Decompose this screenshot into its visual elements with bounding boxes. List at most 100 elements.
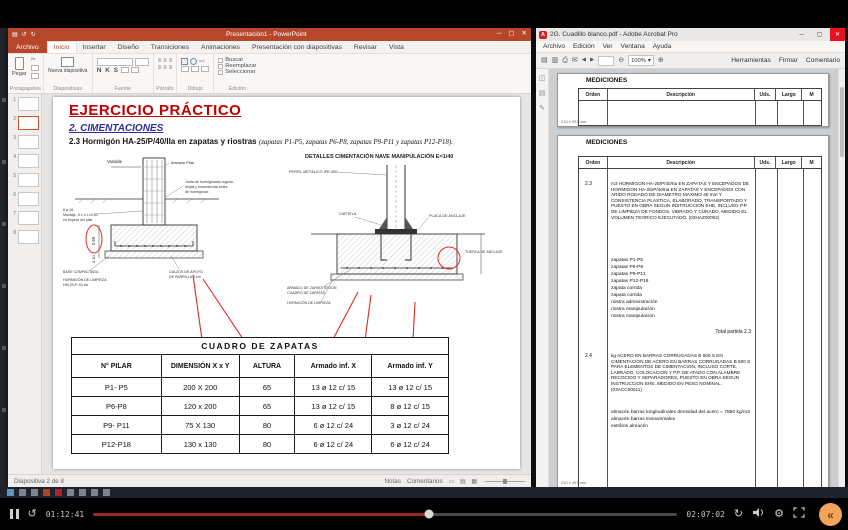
page-number-input[interactable] xyxy=(598,56,614,66)
new-slide-button[interactable]: Nueva diapositiva xyxy=(48,57,88,74)
quick-styles-icon[interactable] xyxy=(191,66,199,72)
menu-item[interactable]: Ventana xyxy=(617,43,649,50)
slide-thumbnail[interactable]: 4 xyxy=(10,154,39,168)
taskbar-icon[interactable] xyxy=(67,489,74,496)
ellipse-shape-icon[interactable] xyxy=(190,58,197,65)
collapse-widget-button[interactable]: « xyxy=(819,503,842,526)
notes-button[interactable]: Notas xyxy=(385,478,401,485)
undo-icon[interactable]: ↺ xyxy=(22,32,27,38)
zoom-in-icon[interactable]: ⊕ xyxy=(658,57,664,64)
menu-item[interactable]: Ayuda xyxy=(649,43,676,50)
attachments-icon[interactable]: ✎ xyxy=(539,104,545,112)
bullets-icon[interactable]: ≡ xyxy=(158,58,162,64)
progress-bar[interactable] xyxy=(93,513,677,516)
slide-title: EJERCICIO PRÁCTICO xyxy=(69,102,241,119)
acrobat-close-button[interactable]: ✕ xyxy=(830,28,845,41)
arrange-icon[interactable] xyxy=(181,66,189,72)
align-right-icon[interactable]: ≡ xyxy=(169,65,173,71)
page-thumbnails-icon[interactable]: ◫ xyxy=(539,74,546,82)
paste-button[interactable]: Pegar xyxy=(12,57,27,77)
volume-icon[interactable] xyxy=(752,507,765,521)
slide-canvas[interactable]: EJERCICIO PRÁCTICO 2. CIMENTACIONES 2.3 … xyxy=(53,97,520,469)
maximize-button[interactable]: ▢ xyxy=(508,31,514,38)
slide-thumbnail[interactable]: 8 xyxy=(10,230,39,244)
next-page-icon[interactable]: ▶ xyxy=(590,58,594,64)
numbering-icon[interactable]: ≡ xyxy=(163,58,167,64)
save-file-icon[interactable]: ▥ xyxy=(552,57,559,64)
close-button[interactable]: ✕ xyxy=(522,31,527,38)
taskbar-icon[interactable] xyxy=(91,489,98,496)
pdf-scrollbar[interactable] xyxy=(838,69,845,487)
forward-icon[interactable]: ↻ xyxy=(734,509,743,520)
pause-button[interactable] xyxy=(10,509,19,519)
menu-item[interactable]: Archivo xyxy=(539,43,569,50)
cut-icon[interactable]: ✂ xyxy=(31,57,39,63)
format-painter-icon[interactable] xyxy=(31,73,39,79)
copy-icon[interactable] xyxy=(31,65,39,71)
toolbar-panel-button[interactable]: Comentario xyxy=(806,57,840,64)
ribbon-tab[interactable]: Insertar xyxy=(77,41,112,53)
ribbon-tab[interactable]: Animaciones xyxy=(195,41,246,53)
font-style-buttons[interactable]: N K S xyxy=(97,67,119,74)
arrow-shape-icon[interactable]: ⇨ xyxy=(199,58,205,65)
rectangle-shape-icon[interactable] xyxy=(181,58,188,65)
indent-icon[interactable]: ≡ xyxy=(169,58,173,64)
toolbar-panel-button[interactable]: Firmar xyxy=(779,57,798,64)
align-center-icon[interactable]: ≡ xyxy=(163,65,167,71)
comments-button[interactable]: Comentarios xyxy=(407,478,443,485)
group-label-font: Fuente xyxy=(93,86,153,92)
taskbar-icon[interactable] xyxy=(31,489,38,496)
slide-thumbnail[interactable]: 5 xyxy=(10,173,39,187)
ribbon-tab[interactable]: Diseño xyxy=(112,41,145,53)
taskbar-icon[interactable] xyxy=(43,489,50,496)
font-size-select[interactable] xyxy=(135,58,149,66)
taskbar-icon[interactable] xyxy=(103,489,110,496)
taskbar-icon[interactable] xyxy=(19,489,26,496)
zoom-out-icon[interactable]: ⊖ xyxy=(618,57,624,64)
acrobat-minimize-button[interactable]: ─ xyxy=(794,28,809,41)
pdf-scrollbar-thumb[interactable] xyxy=(840,87,844,157)
select-button[interactable]: Seleccionar xyxy=(218,69,256,75)
pdf-document-area[interactable]: MEDICIONES OrdenDescripciónUds.LargoM 21… xyxy=(549,69,838,487)
menu-item[interactable]: Edición xyxy=(569,43,599,50)
taskbar-icon[interactable] xyxy=(7,489,14,496)
fullscreen-icon[interactable] xyxy=(793,507,805,521)
text-shadow-icon[interactable] xyxy=(121,67,129,73)
progress-handle[interactable] xyxy=(425,510,434,519)
file-tab[interactable]: Archivo xyxy=(8,41,47,53)
menu-item[interactable]: Ver xyxy=(599,43,617,50)
edge-mark xyxy=(2,222,6,226)
zoom-slider[interactable] xyxy=(485,477,525,485)
replay-icon[interactable]: ↺ xyxy=(28,509,37,520)
toolbar-panel-button[interactable]: Herramientas xyxy=(731,57,771,64)
powerpoint-window-controls: ─ ▢ ✕ xyxy=(497,31,527,38)
font-name-select[interactable] xyxy=(97,58,133,66)
save-icon[interactable]: ▤ xyxy=(12,32,18,38)
open-file-icon[interactable]: ▤ xyxy=(541,57,548,64)
ribbon-tab[interactable]: Inicio xyxy=(47,41,77,53)
slide-thumbnail[interactable]: 6 xyxy=(10,192,39,206)
slide-thumbnail[interactable]: 3 xyxy=(10,135,39,149)
acrobat-maximize-button[interactable]: ▢ xyxy=(812,28,827,41)
ribbon-tab[interactable]: Transiciones xyxy=(145,41,195,53)
settings-icon[interactable]: ⚙ xyxy=(774,509,784,520)
character-spacing-icon[interactable] xyxy=(131,67,139,73)
zapatas-cell: P1- P5 xyxy=(72,378,161,396)
minimize-button[interactable]: ─ xyxy=(497,31,502,38)
previous-page-icon[interactable]: ◀ xyxy=(582,58,586,64)
ribbon-tab[interactable]: Vista xyxy=(383,41,410,53)
taskbar-icon[interactable] xyxy=(79,489,86,496)
zoom-level-select[interactable]: 100%▾ xyxy=(628,55,654,66)
ribbon-tab[interactable]: Presentación con diapositivas xyxy=(246,41,348,53)
taskbar-icon[interactable] xyxy=(55,489,62,496)
bookmarks-icon[interactable]: ▤ xyxy=(539,89,546,97)
align-left-icon[interactable]: ≡ xyxy=(158,65,162,71)
view-buttons[interactable]: ▭ ▤ ▦ xyxy=(449,478,479,485)
slide-thumbnail[interactable]: 1 xyxy=(10,97,39,111)
print-icon[interactable]: ⎙ xyxy=(562,57,568,64)
shape-fill-icon[interactable] xyxy=(201,66,209,72)
slide-thumbnail[interactable]: 7 xyxy=(10,211,39,225)
email-icon[interactable]: ✉ xyxy=(572,57,578,64)
ribbon-tab[interactable]: Revisar xyxy=(348,41,383,53)
slide-thumbnail[interactable]: 2 xyxy=(10,116,39,130)
